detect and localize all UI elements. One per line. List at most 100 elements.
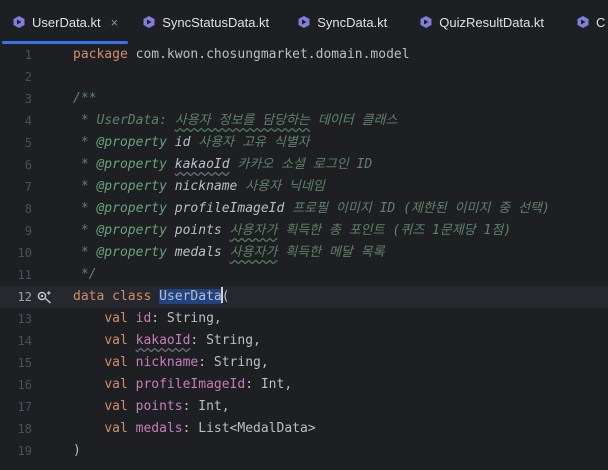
line-number: 16 [17,378,32,392]
kotlin-file-icon [143,16,155,28]
doc-comment[interactable]: */ [73,264,97,286]
keyword: val [104,333,128,348]
line-number: 3 [24,92,32,106]
line-code[interactable]: val id: String, [73,308,222,330]
tab-syncdata[interactable]: SyncData.kt [281,0,399,44]
package-name: com.kwon.chosungmarket.domain.model [127,47,410,62]
line-code[interactable]: data class UserData( [73,286,230,308]
tab-label: C [596,14,606,30]
doc-tag: @property [96,245,167,260]
doc-comment[interactable]: * @property nickname 사용자 닉네임 [73,176,325,198]
code-line: 18 val medals: List<MedalData> [0,418,608,440]
tab-syncstatusdata[interactable]: SyncStatusData.kt [130,0,281,44]
line-number: 10 [17,246,32,260]
line-code[interactable]: val points: Int, [73,396,229,418]
code-line-current: 12 data class UserData( [0,286,608,308]
doc-comment[interactable]: * UserData: 사용자 정보를 담당하는 데이터 클래스 [73,110,398,132]
code-line: 7 * @property nickname 사용자 닉네임 [0,176,608,198]
line-code[interactable]: ) [73,440,81,462]
line-number: 8 [24,202,32,216]
doc-text: 획득한 총 포인트 (퀴즈 1문제당 1점) [277,223,512,238]
doc-param: profileImageId [166,201,285,216]
line-number: 4 [24,114,32,128]
code-line: 9 * @property points 사용자가 획득한 총 포인트 (퀴즈 … [0,220,608,242]
keyword: val [104,311,128,326]
code-line: 10 * @property medals 사용자가 획득한 메달 목록 [0,242,608,264]
type-annotation: : String, [190,333,261,348]
doc-text: 사용자 닉네임 [237,179,325,194]
code-line: 16 val profileImageId: Int, [0,374,608,396]
doc-param: kakaoId [174,157,230,172]
keyword: val [104,377,128,392]
doc-text: 사용자 고유 식별자 [190,135,310,150]
doc-text: 데이터 클래스 [310,113,398,128]
line-number: 7 [24,180,32,194]
code-line: 14 val kakaoId: String, [0,330,608,352]
line-number: 17 [17,400,32,414]
type-annotation: : String, [151,311,222,326]
property-name: profileImageId [135,377,246,392]
line-code[interactable]: val kakaoId: String, [73,330,261,352]
doc-comment[interactable]: * @property id 사용자 고유 식별자 [73,132,310,154]
doc-text-typo: 사용자가 [229,223,278,238]
doc-comment[interactable]: * @property medals 사용자가 획득한 메달 목록 [73,242,385,264]
code-line: 19 ) [0,440,608,462]
tab-userdata[interactable]: UserData.kt × [0,0,130,44]
code-line: 3 /** [0,88,608,110]
keyword: data class [73,289,152,304]
kotlin-file-icon [13,16,25,28]
keyword: val [104,399,128,414]
tab-label: QuizResultData.kt [439,14,545,30]
line-code[interactable]: val nickname: String, [73,352,268,374]
doc-param: medals [166,245,222,260]
line-code[interactable]: package com.kwon.chosungmarket.domain.mo… [73,44,410,66]
code-line: 2 [0,66,608,88]
line-number: 9 [24,224,32,238]
doc-param: points [166,223,222,238]
doc-param: id [166,135,191,150]
keyword: val [104,355,128,370]
doc-comment[interactable]: * @property points 사용자가 획득한 총 포인트 (퀴즈 1문… [73,220,511,242]
code-line: 1 package com.kwon.chosungmarket.domain.… [0,44,608,66]
line-code[interactable]: val medals: List<MedalData> [73,418,316,440]
doc-text: * [73,135,97,150]
doc-tag: @property [96,135,167,150]
doc-text: 프로필 이미지 ID (제한된 이미지 중 선택) [284,201,550,216]
code-line: 5 * @property id 사용자 고유 식별자 [0,132,608,154]
doc-text: * [73,201,97,216]
line-number: 13 [17,312,32,326]
line-number: 12 [17,290,32,304]
kotlin-file-icon [298,16,310,28]
doc-comment[interactable]: * @property kakaoId 카카오 소셜 로그인 ID [73,154,372,176]
code-line: 6 * @property kakaoId 카카오 소셜 로그인 ID [0,154,608,176]
property-name: points [135,399,183,414]
line-number: 6 [24,158,32,172]
close-icon[interactable]: × [111,15,119,30]
property-name: id [135,311,152,326]
doc-text: * [73,245,97,260]
type-annotation: : List<MedalData> [182,421,316,436]
doc-text: 카카오 소셜 로그인 ID [229,157,373,172]
tab-overflow[interactable]: C [556,0,608,44]
code-line: 17 val points: Int, [0,396,608,418]
doc-text: 획득한 메달 목록 [277,245,385,260]
doc-text-typo: 사용자 정보를 담당하는 [174,113,311,128]
line-number: 5 [24,136,32,150]
doc-tag: @property [96,157,167,172]
implementations-gutter-icon[interactable] [36,290,52,304]
doc-comment[interactable]: /** [73,88,96,110]
editor-tab-bar: UserData.kt × SyncStatusData.kt SyncData… [0,0,608,45]
class-name: UserData [159,289,222,304]
code-editor[interactable]: 1 package com.kwon.chosungmarket.domain.… [0,44,608,470]
code-line: 11 */ [0,264,608,286]
line-number: 18 [17,422,32,436]
line-number: 19 [17,444,32,458]
line-code[interactable]: val profileImageId: Int, [73,374,292,396]
line-number: 11 [17,268,32,282]
line-number: 2 [24,70,32,84]
doc-comment[interactable]: * @property profileImageId 프로필 이미지 ID (제… [73,198,550,220]
tab-quizresultdata[interactable]: QuizResultData.kt [399,0,556,44]
type-annotation: : Int, [245,377,293,392]
code-line: 15 val nickname: String, [0,352,608,374]
tab-label: SyncData.kt [317,14,388,30]
